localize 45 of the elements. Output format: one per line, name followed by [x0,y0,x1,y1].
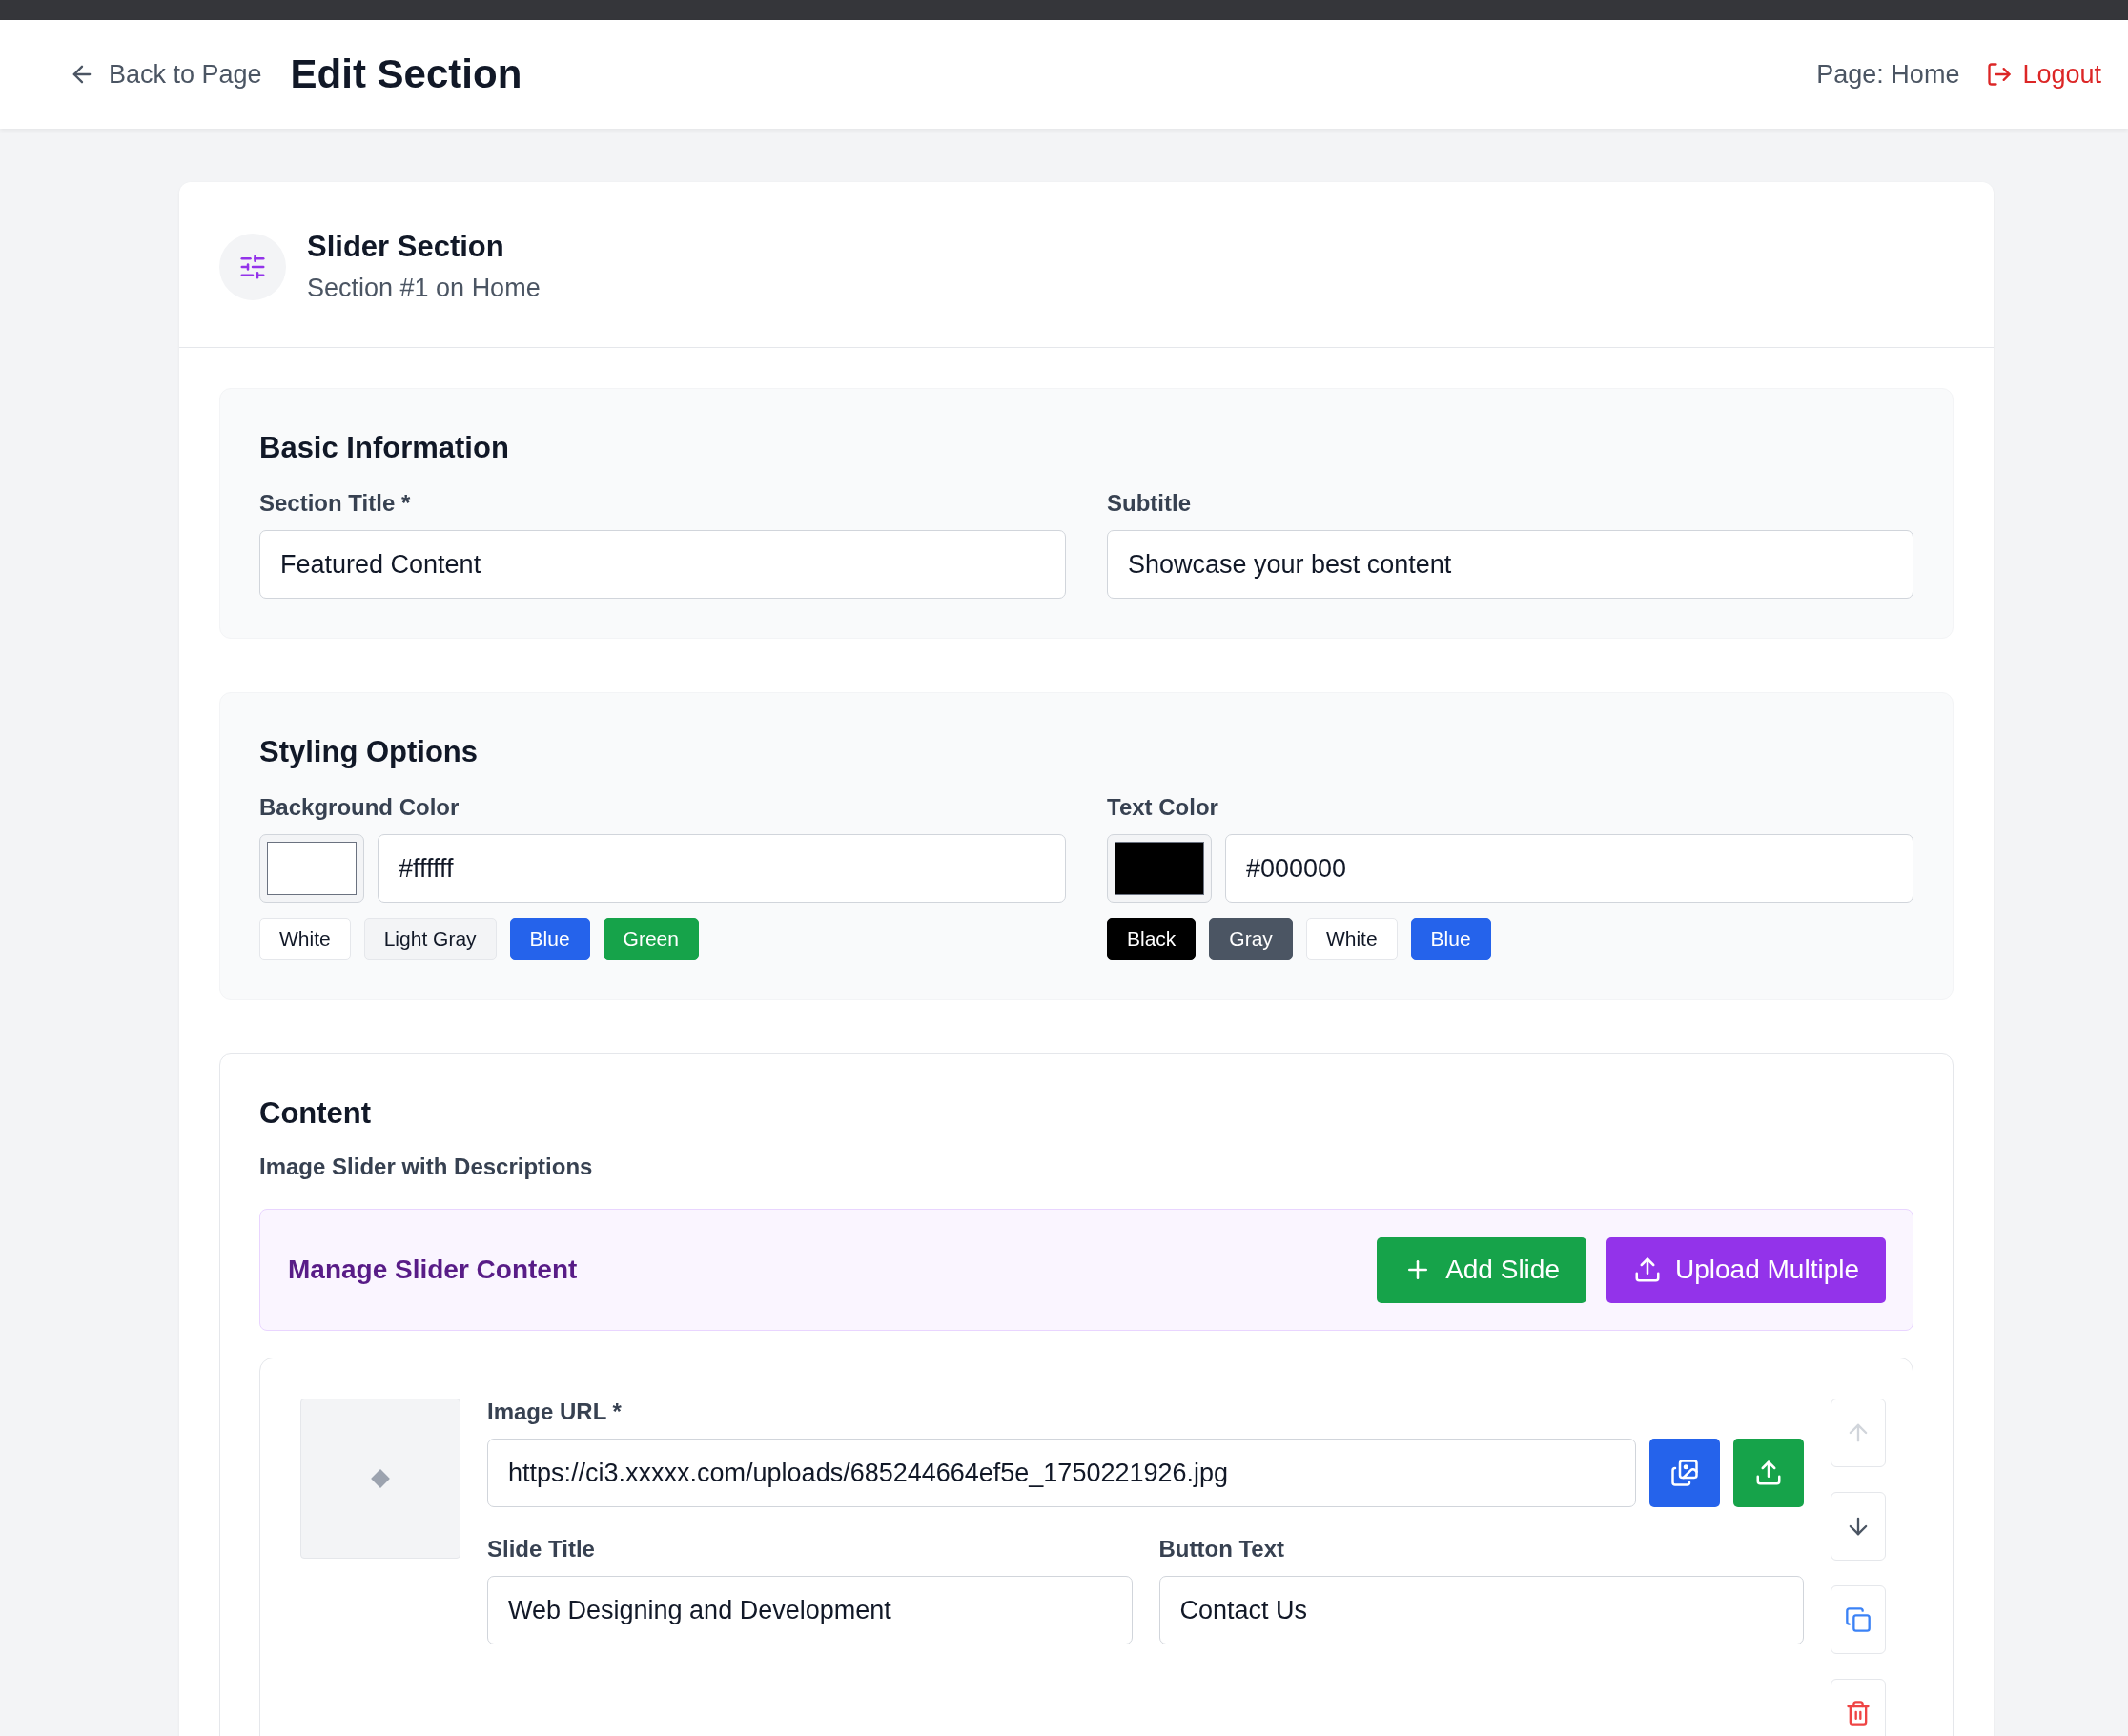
color-picker[interactable] [259,834,364,903]
color-preset-button[interactable]: White [1305,918,1398,960]
trash-icon [1845,1700,1872,1726]
field-label: Background Color [259,794,460,821]
image-url-input[interactable]: https://ci3.xxxxx.com/uploads/685244664ef5e_1750221926.jpg [487,1439,1636,1507]
color-preset-button[interactable]: Gray [1209,918,1293,960]
field-label: Button Text [1158,1536,1286,1562]
field-label: Text Color [1107,794,1219,821]
section-subtitle: Section #1 on Home [307,274,541,303]
field-label: Image URL * [487,1399,623,1425]
color-preset-button[interactable]: Black [1107,918,1197,960]
upload-icon [1633,1256,1662,1284]
field-label: Slide Title [487,1536,596,1562]
upload-button[interactable] [1733,1439,1804,1507]
manager-title: Manage Slider Content [288,1255,579,1285]
image-library-button[interactable] [1649,1439,1720,1507]
color-hex-input[interactable]: #ffffff [378,834,1066,903]
section-title: Slider Section [307,230,505,264]
color-hex-input[interactable]: #000000 [1225,834,1913,903]
color-preset-button[interactable]: White [259,918,351,960]
panel-heading: Content [259,1096,373,1131]
duplicate-button[interactable] [1831,1585,1886,1654]
field-label: Section Title * [259,490,412,517]
content-description: Image Slider with Descriptions [259,1154,594,1180]
upload-multiple-button[interactable]: Upload Multiple [1606,1236,1886,1303]
logout-link[interactable]: Logout [1986,59,2101,90]
text-input[interactable]: Web Designing and Development [487,1576,1133,1644]
text-input[interactable]: Contact Us [1158,1576,1804,1644]
panel-heading: Basic Information [259,431,510,465]
panel-heading: Styling Options [259,735,480,769]
text-input[interactable]: Featured Content [259,530,1066,599]
color-picker[interactable] [1107,834,1212,903]
upload-icon [1754,1459,1783,1487]
field-label: Subtitle [1107,490,1192,517]
delete-button[interactable] [1831,1679,1886,1736]
move-down-button[interactable] [1831,1492,1886,1561]
page-label: Page: Home [1816,59,1960,90]
color-preset-button[interactable]: Light Gray [363,918,497,960]
back-link[interactable]: Back to Page [69,59,262,90]
images-icon [1670,1459,1699,1487]
color-preset-button[interactable]: Blue [509,918,590,960]
copy-icon [1845,1606,1872,1633]
text-input[interactable]: Showcase your best content [1107,530,1913,599]
page-title: Edit Section [290,51,522,97]
color-preset-button[interactable]: Blue [1410,918,1491,960]
